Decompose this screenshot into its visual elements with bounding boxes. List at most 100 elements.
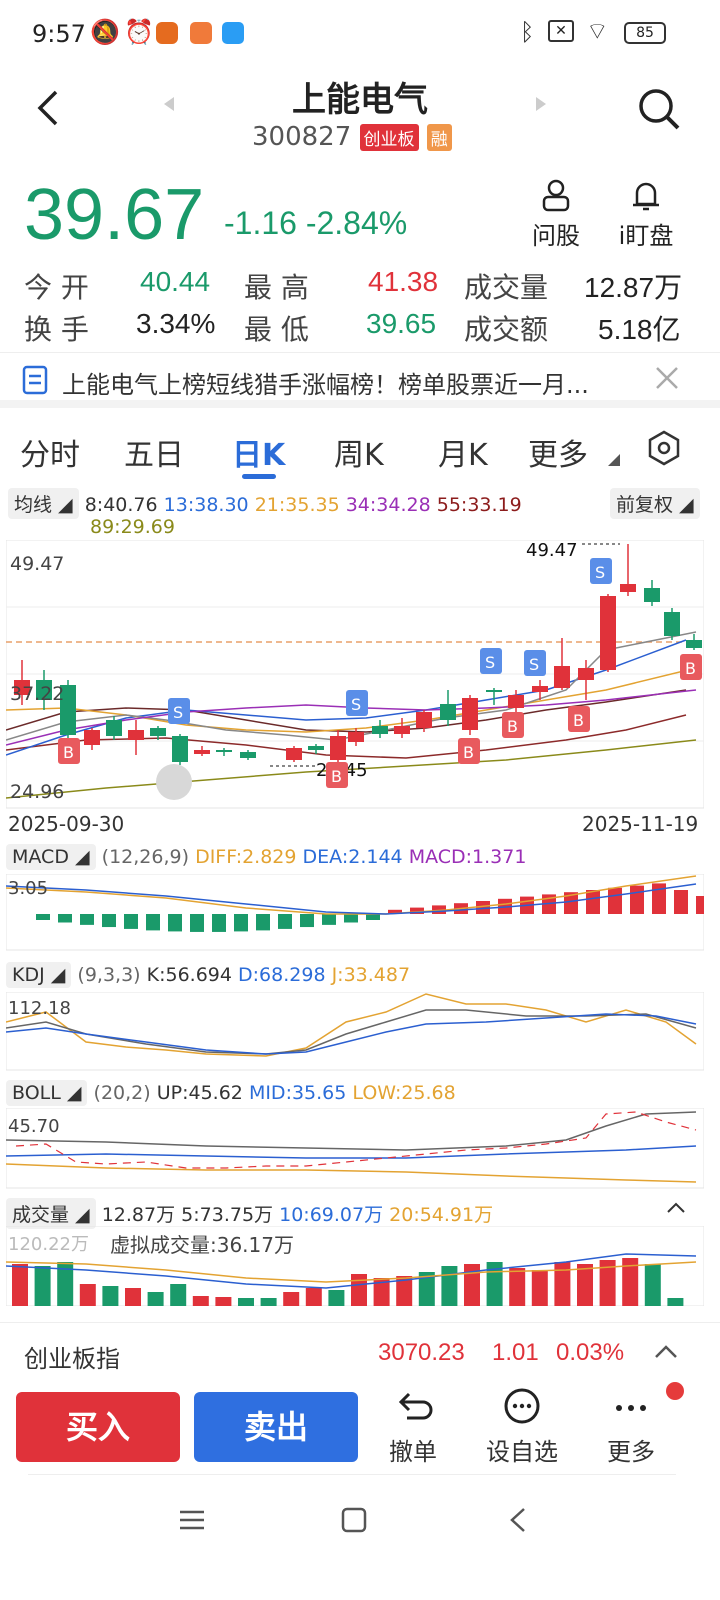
amount-label: 成交额 [464,313,549,346]
ask-stock-button[interactable]: 问股 [528,178,584,251]
candle-body [330,736,346,760]
cancel-order-button[interactable]: 撤单 [380,1386,446,1467]
kdj-j: J:33.487 [331,964,411,986]
volume-current: 12.87万 [101,1204,176,1226]
volume-bar [305,1288,322,1306]
ma-selector[interactable]: 均线 ◢ [8,488,79,519]
boll-up: UP:45.62 [156,1082,243,1104]
sell-button[interactable]: 卖出 [194,1392,358,1462]
collapse-up-icon[interactable] [664,1198,688,1218]
boll-legend: BOLL ◢ (20,2) UP:45.62 MID:35.65 LOW:25.… [6,1080,456,1106]
tab-daily-k[interactable]: 日K [232,430,285,474]
drawing-tool-icon[interactable] [156,764,192,800]
macd-selector[interactable]: MACD ◢ [6,844,96,870]
candle-body [128,730,144,740]
volume-bar [554,1262,571,1306]
home-nav-icon[interactable] [340,1506,368,1534]
expand-up-icon[interactable] [652,1341,680,1363]
macd-bar [190,914,204,932]
virtual-volume: 虚拟成交量:36.17万 [110,1233,294,1257]
news-close-button[interactable] [652,363,682,393]
candle-body [532,686,548,692]
macd-bar [146,914,160,931]
adjust-selector[interactable]: 前复权 ◢ [610,488,700,519]
tab-intraday[interactable]: 分时 [20,430,80,474]
candle-body [664,612,680,636]
macd-bar [300,914,314,928]
volume-bar [34,1266,51,1306]
macd-dea: DEA:2.144 [302,846,403,868]
buy-button[interactable]: 买入 [16,1392,180,1462]
candle-body [372,726,388,734]
chart-settings-button[interactable] [646,430,682,466]
back-nav-icon[interactable] [506,1506,530,1534]
volume-chart[interactable]: 120.22万 虚拟成交量:36.17万 [6,1226,704,1306]
svg-text:S: S [351,695,361,714]
trade-markers: B S S B B S B S B S B [58,558,702,788]
close-icon [656,367,678,389]
board-tag: 创业板 [359,124,419,151]
low-value: 39.65 [366,308,437,339]
status-time: 9:57 [32,20,86,48]
tab-five-day[interactable]: 五日 [124,430,184,474]
svg-text:S: S [173,703,183,722]
price-change: -1.16 -2.84% [224,205,407,242]
kdj-selector-label: KDJ [12,964,45,986]
svg-text:B: B [331,767,342,786]
volume-bar [328,1290,345,1306]
ma55-value: 55:33.19 [436,494,522,516]
watch-label: i盯盘 [618,222,674,250]
kdj-legend: KDJ ◢ (9,3,3) K:56.694 D:68.298 J:33.487 [6,962,410,988]
svg-text:B: B [507,717,518,736]
menu-nav-icon[interactable] [178,1508,206,1532]
candle-body [308,746,324,750]
ma34-value: 34:34.28 [345,494,431,516]
news-banner[interactable]: 上能电气上榜短线猎手涨幅榜！榜单股票近一月... [0,352,720,408]
kline-chart[interactable]: 49.47 37.22 24.96 49.47 28.45 B S S B B … [6,540,704,810]
macd-bar [168,914,182,932]
change-pct: -2.84% [305,205,408,241]
search-icon [639,89,680,130]
more-button[interactable]: 更多 [596,1386,666,1467]
tab-monthly-k[interactable]: 月K [438,430,488,474]
svg-text:B: B [573,711,584,730]
amount-value: 5.18亿 [598,314,681,345]
kdj-y-top: 112.18 [8,998,71,1019]
ma89-value: 89:29.69 [90,516,175,538]
search-button[interactable] [636,86,682,132]
boll-chart[interactable]: 45.70 [6,1108,704,1190]
current-price: 39.67 [24,175,205,255]
kdj-chart[interactable]: 112.18 [6,992,704,1072]
candle-body [440,704,456,720]
svg-text:S: S [529,655,539,674]
stock-code: 300827 [252,122,352,152]
volume-selector[interactable]: 成交量 ◢ [6,1198,96,1229]
change-value: -1.16 [224,205,297,241]
index-bar[interactable]: 创业板指 3070.23 1.01 0.03% [0,1322,720,1382]
add-watchlist-button[interactable]: 设自选 [482,1386,562,1467]
watch-button[interactable]: i盯盘 [614,178,678,251]
boll-selector[interactable]: BOLL ◢ [6,1080,88,1106]
macd-bar [256,914,270,931]
macd-bar [344,914,358,923]
more-dots-icon [616,1405,646,1411]
macd-bar [212,914,226,932]
tab-weekly-k[interactable]: 周K [334,430,384,474]
volume-y-top: 120.22万 [8,1234,89,1255]
kdj-selector[interactable]: KDJ ◢ [6,962,72,988]
candle-body [394,726,410,734]
ma8-value: 8:40.76 [84,494,158,516]
index-pct: 0.03% [556,1339,625,1366]
candle-body [216,750,232,752]
turnover-label: 换 手 [24,313,89,346]
volume-bar [12,1264,28,1306]
alarm-icon: ⏰ [124,18,154,46]
macd-bar [696,896,704,914]
volume-bar [125,1288,141,1306]
volume-bar [260,1298,277,1306]
kdj-params: (9,3,3) [77,964,141,986]
macd-bar [608,887,622,914]
macd-chart[interactable]: 3.05 [6,874,704,952]
macd-y-top: 3.05 [8,878,48,899]
tab-more[interactable]: 更多 [528,430,588,474]
